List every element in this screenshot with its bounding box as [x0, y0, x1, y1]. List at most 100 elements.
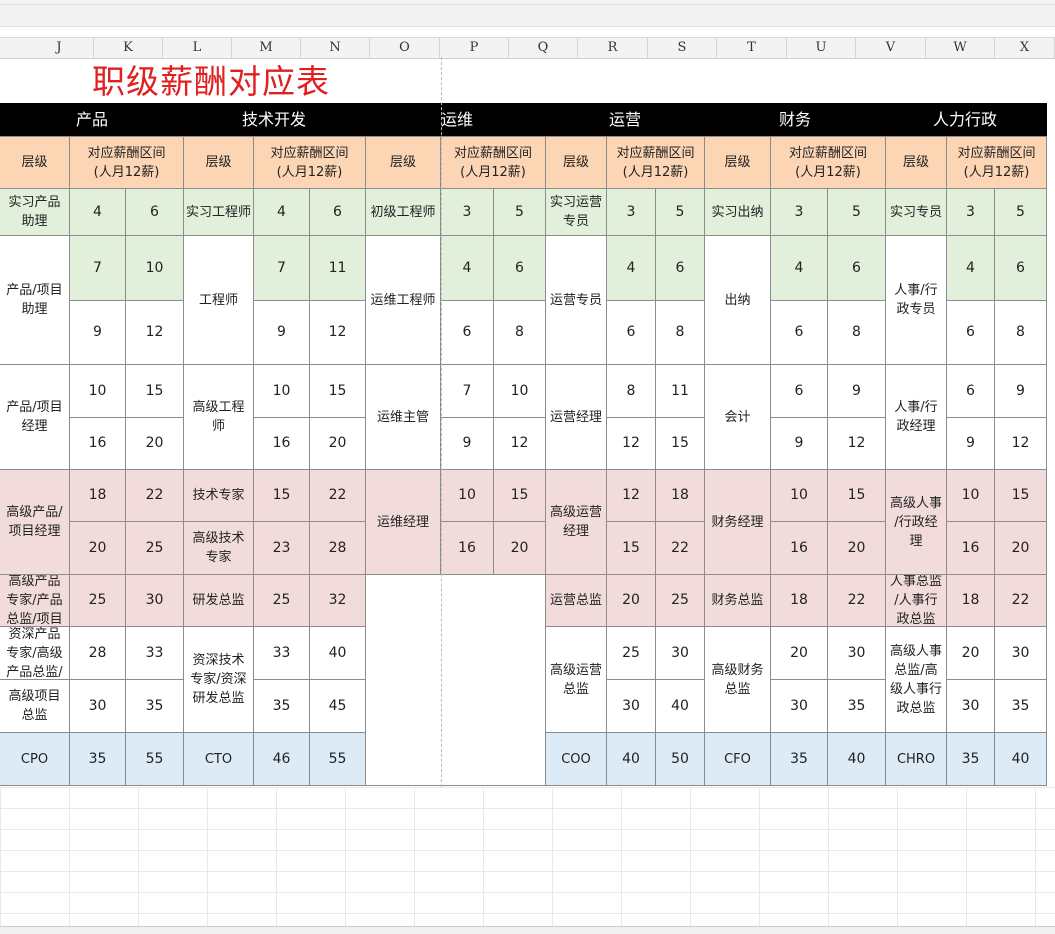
ops-empty-block[interactable] [366, 575, 546, 786]
ops-salary-min[interactable]: 9 [441, 418, 494, 470]
tech-salary-max[interactable]: 12 [310, 301, 366, 365]
hr-level-cell[interactable]: 高级人事 总监/高 级人事行 政总监 [886, 627, 947, 733]
operation-salary-min[interactable]: 12 [607, 418, 656, 470]
hr-level-cell[interactable]: CHRO [886, 733, 947, 786]
finance-salary-max[interactable]: 22 [828, 575, 886, 627]
column-header-t[interactable]: T [717, 38, 787, 58]
tech-salary-min[interactable]: 33 [254, 627, 310, 680]
product-salary-max[interactable]: 55 [126, 733, 184, 786]
finance-salary-min[interactable]: 4 [771, 236, 828, 301]
finance-salary-max[interactable]: 8 [828, 301, 886, 365]
finance-salary-min[interactable]: 6 [771, 365, 828, 418]
tech-level-cell[interactable]: 资深技术 专家/资深 研发总监 [184, 627, 254, 733]
product-level-cell[interactable]: 高级项目 总监 [0, 680, 70, 733]
tech-salary-max[interactable]: 22 [310, 470, 366, 522]
column-header-x[interactable]: X [995, 38, 1055, 58]
finance-salary-max[interactable]: 30 [828, 627, 886, 680]
hr-salary-max[interactable]: 8 [995, 301, 1047, 365]
hr-salary-min[interactable]: 10 [947, 470, 995, 522]
finance-salary-min[interactable]: 30 [771, 680, 828, 733]
product-level-cell[interactable]: 高级产品 专家/产品 总监/项目 [0, 575, 70, 627]
finance-level-cell[interactable]: 财务经理 [705, 470, 771, 575]
finance-level-cell[interactable]: 实习出纳 [705, 189, 771, 236]
finance-salary-max[interactable]: 5 [828, 189, 886, 236]
column-header-r[interactable]: R [578, 38, 648, 58]
tech-salary-min[interactable]: 46 [254, 733, 310, 786]
finance-salary-min[interactable]: 3 [771, 189, 828, 236]
ops-salary-min[interactable]: 4 [441, 236, 494, 301]
ops-level-cell[interactable]: 初级工程师 [366, 189, 441, 236]
operation-salary-max[interactable]: 11 [656, 365, 705, 418]
product-salary-max[interactable]: 10 [126, 236, 184, 301]
hr-salary-max[interactable]: 22 [995, 575, 1047, 627]
hr-salary-max[interactable]: 5 [995, 189, 1047, 236]
operation-header-salary[interactable]: 对应薪酬区间 (人月12薪) [607, 136, 705, 189]
operation-salary-min[interactable]: 4 [607, 236, 656, 301]
tech-salary-min[interactable]: 16 [254, 418, 310, 470]
product-salary-min[interactable]: 20 [70, 522, 126, 575]
hr-header-level[interactable]: 层级 [886, 136, 947, 189]
product-salary-min[interactable]: 9 [70, 301, 126, 365]
product-level-cell[interactable]: 产品/项目 经理 [0, 365, 70, 470]
tech-salary-max[interactable]: 45 [310, 680, 366, 733]
hr-level-cell[interactable]: 人事/行 政经理 [886, 365, 947, 470]
tech-salary-min[interactable]: 35 [254, 680, 310, 733]
tech-salary-min[interactable]: 25 [254, 575, 310, 627]
hr-salary-min[interactable]: 6 [947, 301, 995, 365]
product-level-cell[interactable]: 产品/项目 助理 [0, 236, 70, 365]
operation-salary-max[interactable]: 5 [656, 189, 705, 236]
product-header-level[interactable]: 层级 [0, 136, 70, 189]
ops-level-cell[interactable]: 运维主管 [366, 365, 441, 470]
operation-level-cell[interactable]: 运营专员 [546, 236, 607, 365]
product-salary-min[interactable]: 16 [70, 418, 126, 470]
product-level-cell[interactable]: 资深产品 专家/高级 产品总监/ [0, 627, 70, 680]
operation-salary-max[interactable]: 25 [656, 575, 705, 627]
finance-salary-max[interactable]: 35 [828, 680, 886, 733]
product-level-cell[interactable]: CPO [0, 733, 70, 786]
ops-salary-max[interactable]: 15 [494, 470, 546, 522]
hr-salary-min[interactable]: 6 [947, 365, 995, 418]
finance-salary-max[interactable]: 9 [828, 365, 886, 418]
product-salary-min[interactable]: 10 [70, 365, 126, 418]
tech-salary-max[interactable]: 28 [310, 522, 366, 575]
tech-salary-min[interactable]: 9 [254, 301, 310, 365]
column-header-n[interactable]: N [301, 38, 370, 58]
finance-level-cell[interactable]: CFO [705, 733, 771, 786]
column-header-v[interactable]: V [856, 38, 926, 58]
operation-salary-min[interactable]: 8 [607, 365, 656, 418]
operation-header-level[interactable]: 层级 [546, 136, 607, 189]
ops-salary-max[interactable]: 12 [494, 418, 546, 470]
finance-level-cell[interactable]: 会计 [705, 365, 771, 470]
column-header-q[interactable]: Q [509, 38, 578, 58]
tech-salary-max[interactable]: 11 [310, 236, 366, 301]
product-salary-max[interactable]: 33 [126, 627, 184, 680]
tech-salary-max[interactable]: 40 [310, 627, 366, 680]
operation-salary-max[interactable]: 8 [656, 301, 705, 365]
operation-salary-min[interactable]: 6 [607, 301, 656, 365]
ops-salary-min[interactable]: 6 [441, 301, 494, 365]
tech-salary-min[interactable]: 15 [254, 470, 310, 522]
operation-salary-min[interactable]: 15 [607, 522, 656, 575]
operation-salary-min[interactable]: 40 [607, 733, 656, 786]
tech-header-salary[interactable]: 对应薪酬区间 (人月12薪) [254, 136, 366, 189]
tech-header-level[interactable]: 层级 [184, 136, 254, 189]
column-header-p[interactable]: P [440, 38, 509, 58]
tech-salary-max[interactable]: 20 [310, 418, 366, 470]
hr-salary-min[interactable]: 18 [947, 575, 995, 627]
tech-level-cell[interactable]: 技术专家 [184, 470, 254, 522]
product-level-cell[interactable]: 实习产品 助理 [0, 189, 70, 236]
hr-salary-min[interactable]: 35 [947, 733, 995, 786]
product-salary-max[interactable]: 30 [126, 575, 184, 627]
hr-level-cell[interactable]: 实习专员 [886, 189, 947, 236]
operation-salary-max[interactable]: 6 [656, 236, 705, 301]
tech-salary-min[interactable]: 23 [254, 522, 310, 575]
hr-salary-max[interactable]: 12 [995, 418, 1047, 470]
operation-salary-max[interactable]: 50 [656, 733, 705, 786]
ops-salary-max[interactable]: 6 [494, 236, 546, 301]
product-salary-max[interactable]: 6 [126, 189, 184, 236]
finance-salary-min[interactable]: 18 [771, 575, 828, 627]
finance-salary-max[interactable]: 40 [828, 733, 886, 786]
product-salary-min[interactable]: 4 [70, 189, 126, 236]
tech-salary-max[interactable]: 32 [310, 575, 366, 627]
column-header-l[interactable]: L [163, 38, 232, 58]
